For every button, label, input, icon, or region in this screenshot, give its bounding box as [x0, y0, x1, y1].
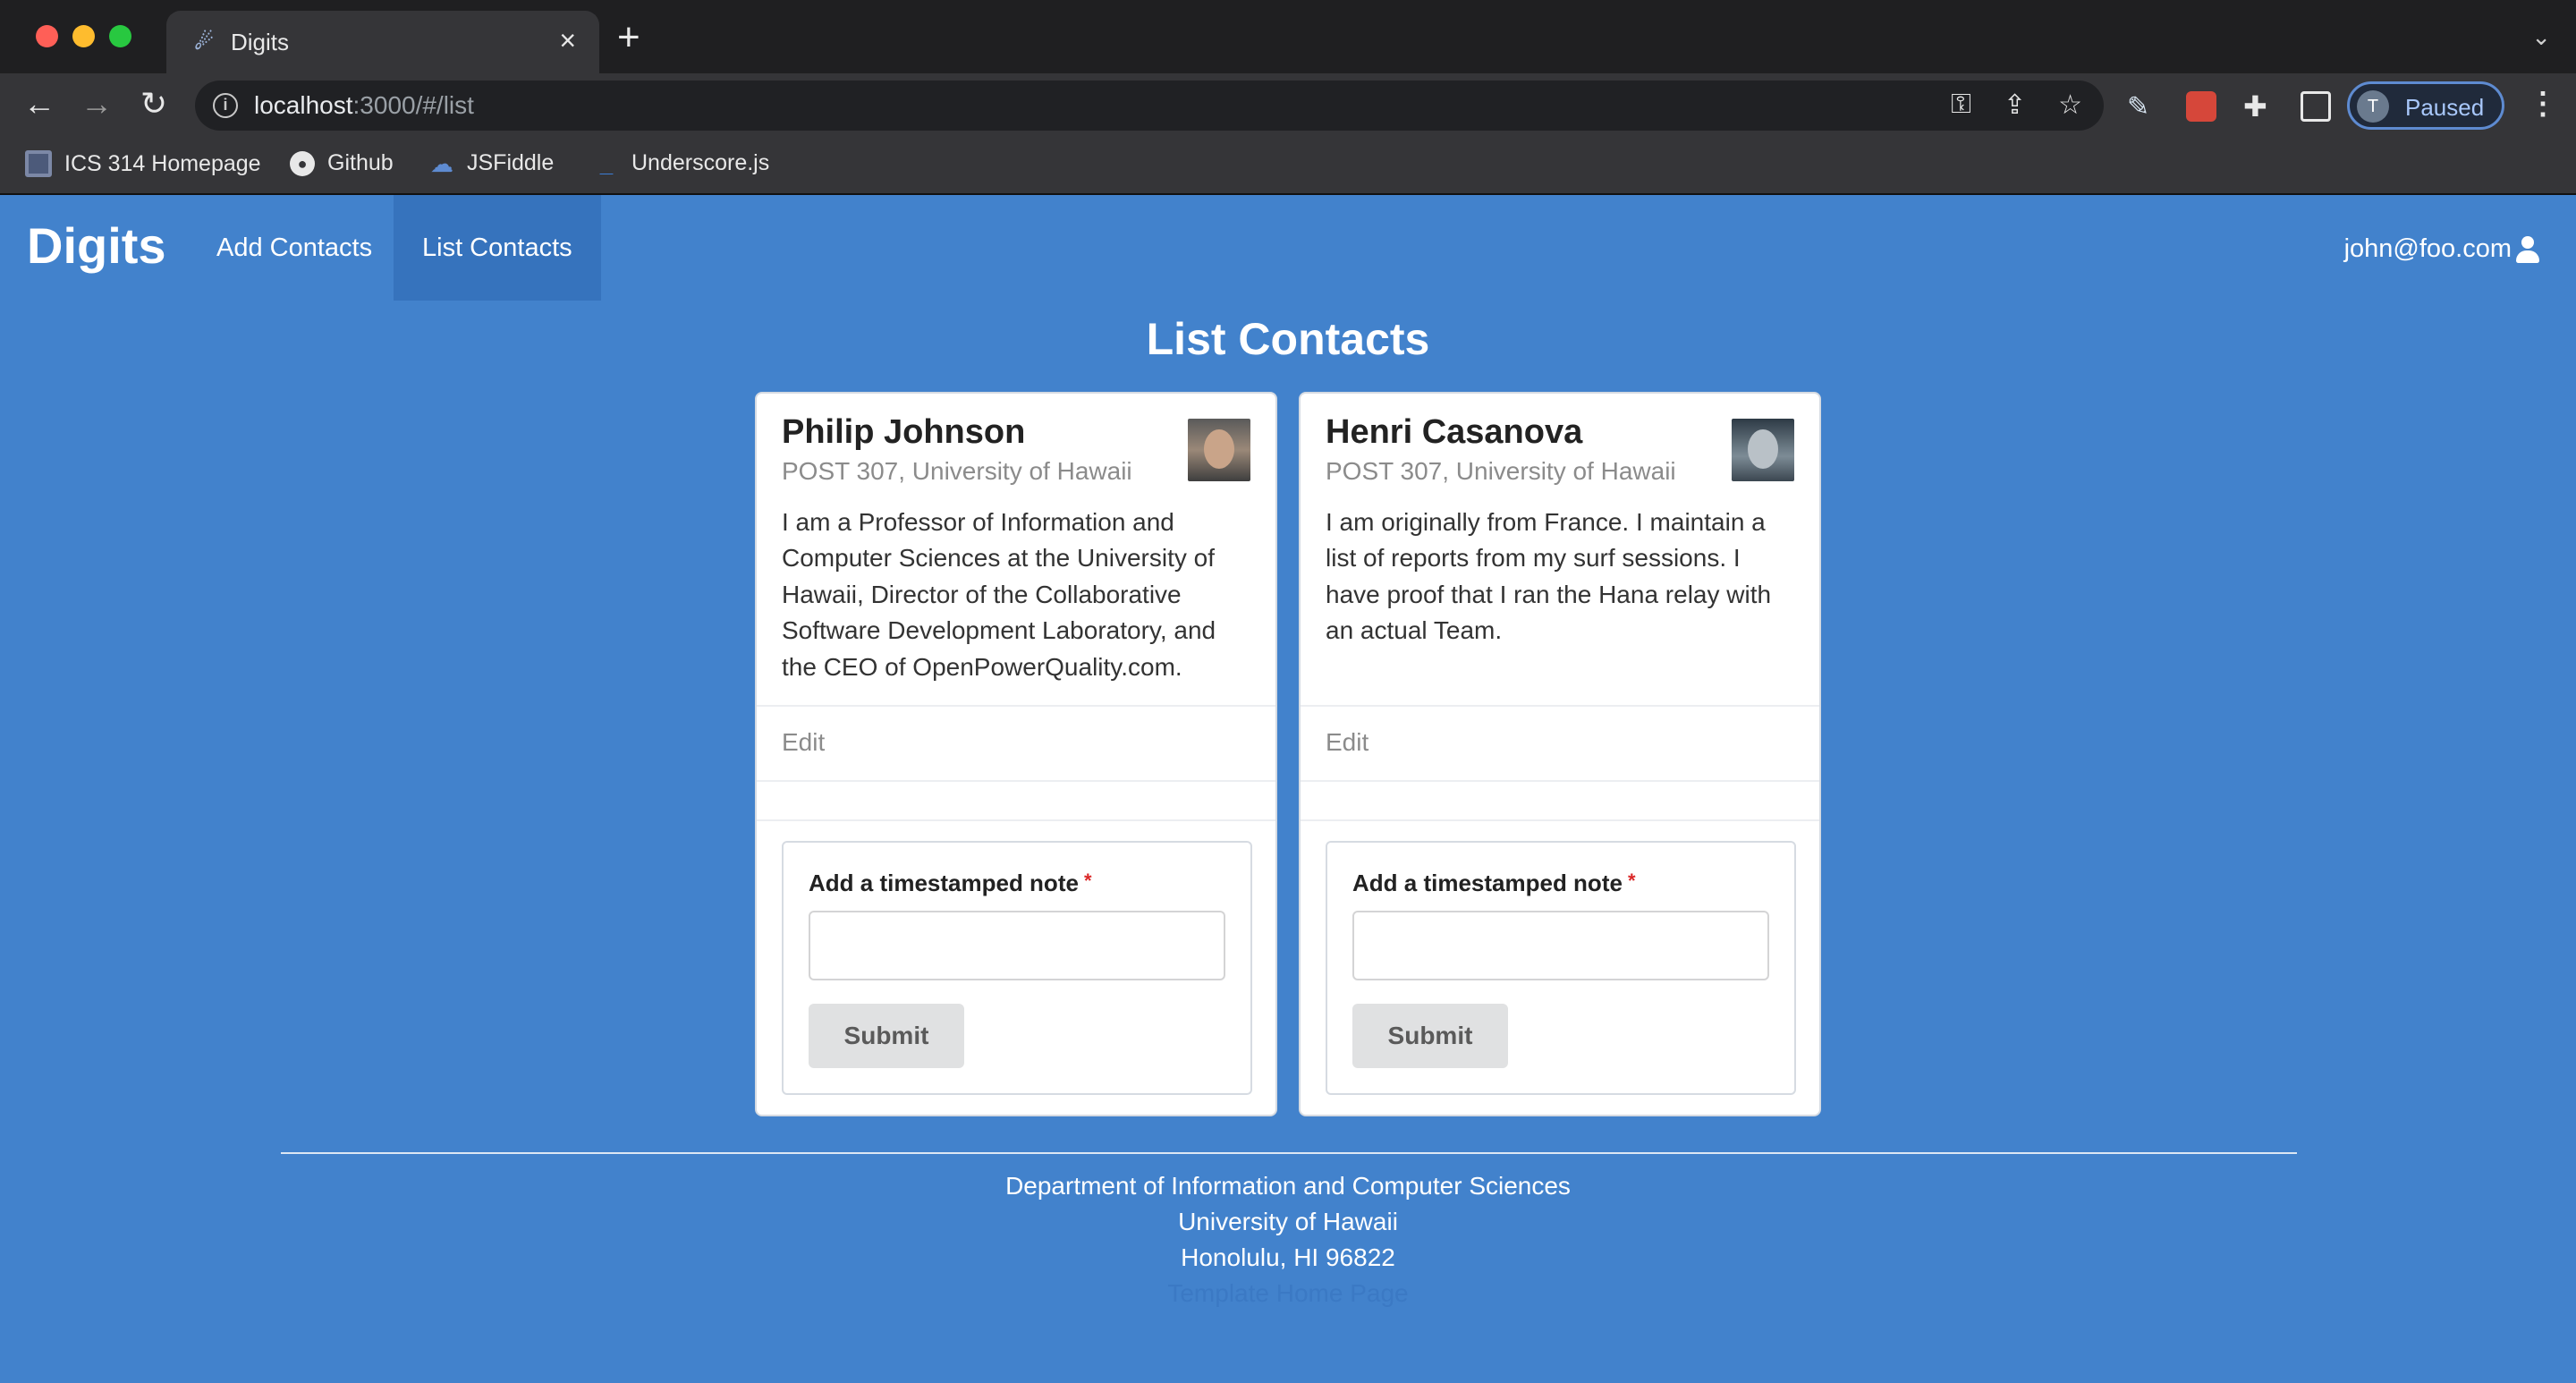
bookmark-star-icon[interactable]: ☆	[2058, 89, 2082, 121]
contact-description: I am a Professor of Information and Comp…	[782, 508, 1216, 681]
top-navbar: Digits Add Contacts List Contacts john@f…	[0, 195, 2576, 301]
maximize-window-button[interactable]	[109, 25, 131, 47]
nav-list-contacts[interactable]: List Contacts	[394, 195, 601, 301]
user-icon	[2515, 235, 2540, 263]
footer: Department of Information and Computer S…	[0, 1168, 2576, 1311]
user-menu[interactable]: john@foo.com	[2344, 234, 2540, 264]
profile-status: Paused	[2405, 94, 2485, 121]
submit-button[interactable]: Submit	[1352, 1004, 1508, 1068]
contact-card: Henri Casanova POST 307, University of H…	[1299, 392, 1821, 1116]
new-tab-icon[interactable]: +	[617, 18, 640, 57]
github-icon: ●	[290, 150, 315, 176]
extension-red-icon[interactable]	[2186, 91, 2216, 122]
divider	[757, 780, 1275, 782]
back-arrow-icon[interactable]: ←	[20, 86, 59, 122]
contact-address: POST 307, University of Hawaii	[1326, 457, 1676, 485]
user-email: john@foo.com	[2343, 234, 2512, 263]
bookmark-ics314[interactable]: ICS 314 Homepage	[25, 150, 261, 177]
tab-search-chevron-icon[interactable]: ⌄	[2531, 23, 2551, 51]
tab-title: Digits	[231, 29, 290, 55]
browser-toolbar: ← → ↻ i localhost:3000/#/list ⚿ ⇪ ☆ ✎ ✚ …	[0, 73, 2576, 136]
meteor-favicon-icon: ☄	[194, 30, 214, 55]
bookmarks-bar: ICS 314 Homepage ● Github ☁ JSFiddle _ U…	[0, 136, 2576, 195]
bookmark-github[interactable]: ● Github	[290, 150, 394, 176]
key-icon[interactable]: ⚿	[1951, 89, 1971, 121]
app-root: Digits Add Contacts List Contacts john@f…	[0, 195, 2576, 1383]
close-window-button[interactable]	[36, 25, 58, 47]
contact-card: Philip Johnson POST 307, University of H…	[755, 392, 1277, 1116]
extension-pen-icon[interactable]: ✎	[2127, 91, 2157, 122]
browser-tab-strip: ☄ Digits × + ⌄	[0, 0, 2576, 73]
footer-template-link[interactable]: Template Home Page	[0, 1276, 2576, 1311]
forward-arrow-icon[interactable]: →	[77, 86, 116, 122]
nav-add-contacts[interactable]: Add Contacts	[188, 195, 401, 301]
underscore-icon: _	[599, 149, 614, 177]
browser-tab[interactable]: ☄ Digits ×	[166, 11, 599, 73]
footer-department: Department of Information and Computer S…	[1005, 1172, 1571, 1200]
reload-icon[interactable]: ↻	[134, 86, 174, 122]
edit-link[interactable]: Edit	[1326, 728, 1368, 757]
submit-button[interactable]: Submit	[809, 1004, 964, 1068]
add-note-form: Add a timestamped note * Submit	[1326, 841, 1796, 1095]
bookmark-jsfiddle[interactable]: ☁ JSFiddle	[429, 150, 554, 176]
divider	[757, 819, 1275, 821]
url-text[interactable]: localhost:3000/#/list	[254, 91, 474, 120]
footer-divider	[281, 1152, 2297, 1154]
contact-photo	[1732, 419, 1794, 481]
extensions-puzzle-icon[interactable]: ✚	[2243, 91, 2274, 122]
brand-logo[interactable]: Digits	[27, 216, 166, 275]
note-input[interactable]	[1352, 911, 1769, 980]
minimize-window-button[interactable]	[72, 25, 95, 47]
share-icon[interactable]: ⇪	[2004, 89, 2026, 121]
divider	[1301, 705, 1819, 707]
profile-button[interactable]: T Paused	[2347, 81, 2504, 130]
avatar: T	[2357, 90, 2389, 123]
close-tab-icon[interactable]: ×	[559, 25, 576, 55]
add-note-form: Add a timestamped note * Submit	[782, 841, 1252, 1095]
required-asterisk: *	[1083, 870, 1092, 892]
contact-name: Philip Johnson	[782, 413, 1026, 451]
divider	[1301, 780, 1819, 782]
contact-description: I am originally from France. I maintain …	[1326, 508, 1772, 645]
site-info-icon[interactable]: i	[213, 93, 238, 118]
jsfiddle-cloud-icon: ☁	[430, 149, 453, 177]
side-panel-icon[interactable]	[2301, 91, 2331, 122]
contact-name: Henri Casanova	[1326, 413, 1583, 451]
footer-university: University of Hawaii	[1178, 1208, 1398, 1235]
address-bar[interactable]: i localhost:3000/#/list ⚿ ⇪ ☆	[195, 81, 2104, 131]
divider	[1301, 819, 1819, 821]
note-field-label: Add a timestamped note *	[1352, 870, 1636, 896]
edit-link[interactable]: Edit	[782, 728, 825, 757]
footer-address: Honolulu, HI 96822	[1181, 1243, 1395, 1271]
divider	[757, 705, 1275, 707]
browser-menu-icon[interactable]: ⋮	[2528, 88, 2558, 120]
required-asterisk: *	[1627, 870, 1636, 892]
page-icon	[25, 150, 52, 177]
contact-photo	[1188, 419, 1250, 481]
page-title: List Contacts	[1146, 314, 1430, 364]
note-field-label: Add a timestamped note *	[809, 870, 1092, 896]
contact-address: POST 307, University of Hawaii	[782, 457, 1132, 485]
bookmark-underscore[interactable]: _ Underscore.js	[594, 150, 769, 176]
note-input[interactable]	[809, 911, 1225, 980]
